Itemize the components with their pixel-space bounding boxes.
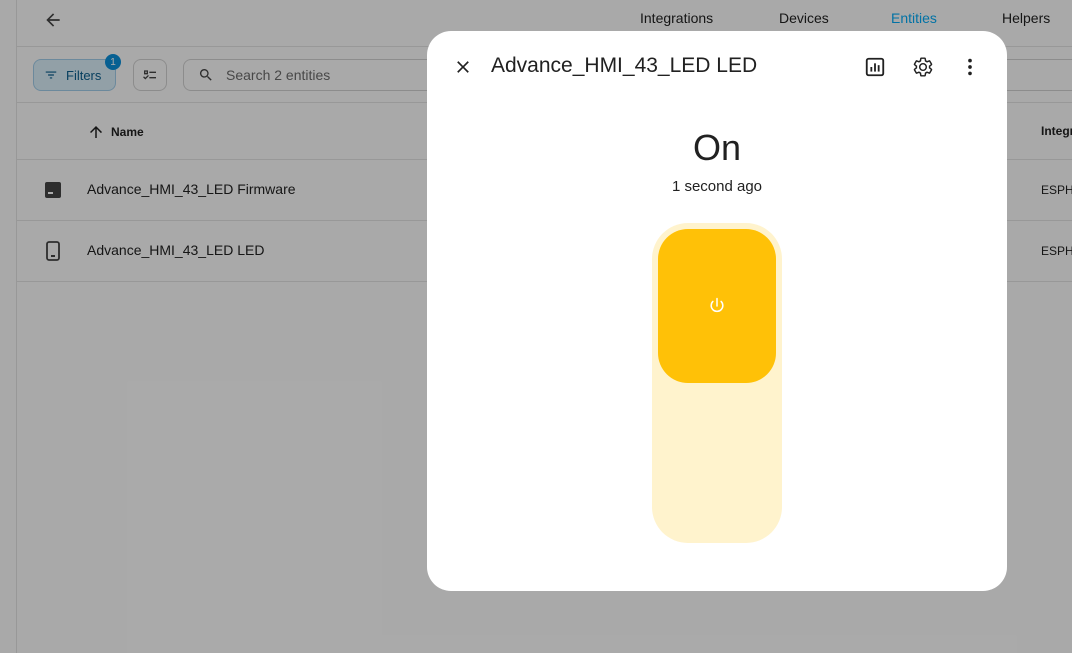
history-button[interactable]: [859, 51, 891, 83]
big-toggle-switch[interactable]: [652, 223, 782, 543]
power-icon: [710, 297, 724, 313]
more-options-button[interactable]: [954, 51, 986, 83]
toggle-on-segment[interactable]: [658, 229, 776, 383]
settings-button[interactable]: [907, 51, 939, 83]
gear-icon: [913, 57, 933, 77]
more-info-dialog: Advance_HMI_43_LED LED On 1 second ago: [427, 31, 1007, 591]
close-button[interactable]: [447, 51, 479, 83]
chart-box-icon: [865, 57, 885, 77]
close-icon: [457, 61, 469, 73]
last-changed: 1 second ago: [671, 178, 763, 195]
entity-state: On: [692, 127, 742, 168]
dialog-title: Advance_HMI_43_LED LED: [491, 54, 758, 77]
dots-vertical-icon: [968, 58, 972, 76]
